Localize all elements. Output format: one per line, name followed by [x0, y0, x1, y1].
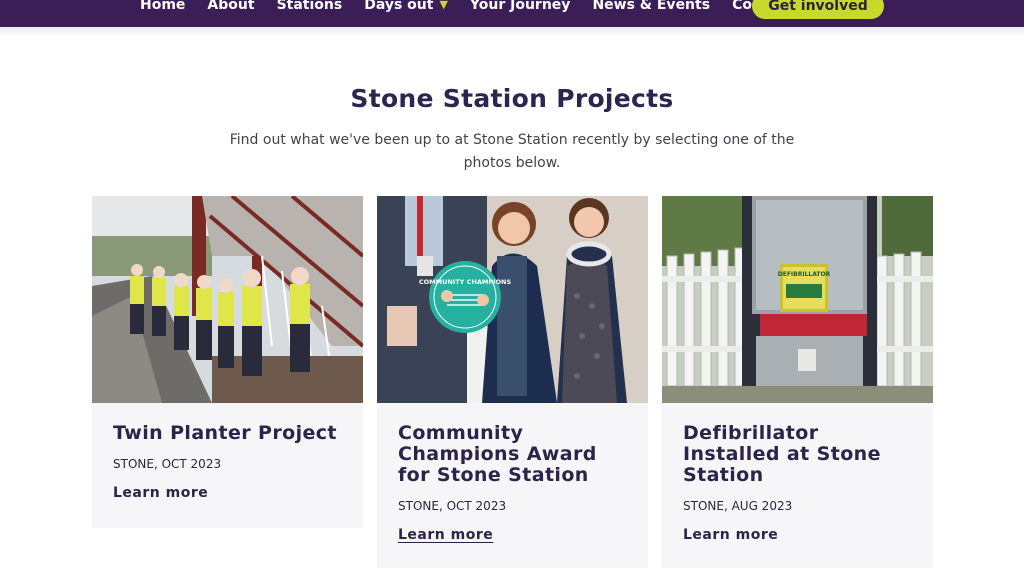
- nav-shadow: [0, 27, 1024, 37]
- project-card-community-champions[interactable]: COMMUNITY CHAMPIONS Community Champions …: [377, 196, 648, 568]
- defibrillator-sign-text: DEFIBRILLATOR: [778, 271, 831, 278]
- card-title[interactable]: Defibrillator Installed at Stone Station: [683, 423, 913, 486]
- top-navigation: Home About Stations Days out ▼ Your Journ…: [0, 0, 1024, 27]
- get-involved-button[interactable]: Get involved: [752, 0, 884, 19]
- chevron-down-icon: ▼: [439, 0, 448, 11]
- card-title[interactable]: Community Champions Award for Stone Stat…: [398, 423, 628, 486]
- award-plaque-text: COMMUNITY CHAMPIONS: [419, 278, 512, 286]
- project-card-defibrillator[interactable]: DEFIBRILLATOR Defibrillator Installed at…: [662, 196, 933, 568]
- card-meta: STONE, OCT 2023: [113, 457, 222, 471]
- card-title[interactable]: Twin Planter Project: [113, 423, 343, 444]
- learn-more-link[interactable]: Learn more: [683, 527, 778, 543]
- project-card-twin-planter[interactable]: Twin Planter Project STONE, OCT 2023 Lea…: [92, 196, 363, 528]
- nav-item-news-events[interactable]: News & Events: [592, 0, 710, 15]
- nav-item-days-out[interactable]: Days out ▼: [364, 0, 448, 15]
- section-intro: Find out what we've been up to at Stone …: [229, 132, 795, 171]
- nav-item-your-journey[interactable]: Your Journey: [470, 0, 571, 15]
- learn-more-link[interactable]: Learn more: [398, 527, 493, 543]
- nav-item-days-out-label: Days out: [364, 0, 434, 13]
- defibrillator-photo[interactable]: DEFIBRILLATOR: [662, 196, 933, 403]
- community-champions-photo[interactable]: COMMUNITY CHAMPIONS: [377, 196, 648, 403]
- nav-menu: Home About Stations Days out ▼ Your Journ…: [140, 0, 838, 15]
- twin-planter-photo[interactable]: [92, 196, 363, 403]
- nav-item-about[interactable]: About: [207, 0, 254, 15]
- nav-item-home[interactable]: Home: [140, 0, 185, 15]
- page-title: Stone Station Projects: [350, 84, 674, 113]
- card-meta: STONE, OCT 2023: [398, 499, 507, 513]
- card-meta: STONE, AUG 2023: [683, 499, 793, 513]
- learn-more-link[interactable]: Learn more: [113, 485, 208, 501]
- nav-item-stations[interactable]: Stations: [277, 0, 343, 15]
